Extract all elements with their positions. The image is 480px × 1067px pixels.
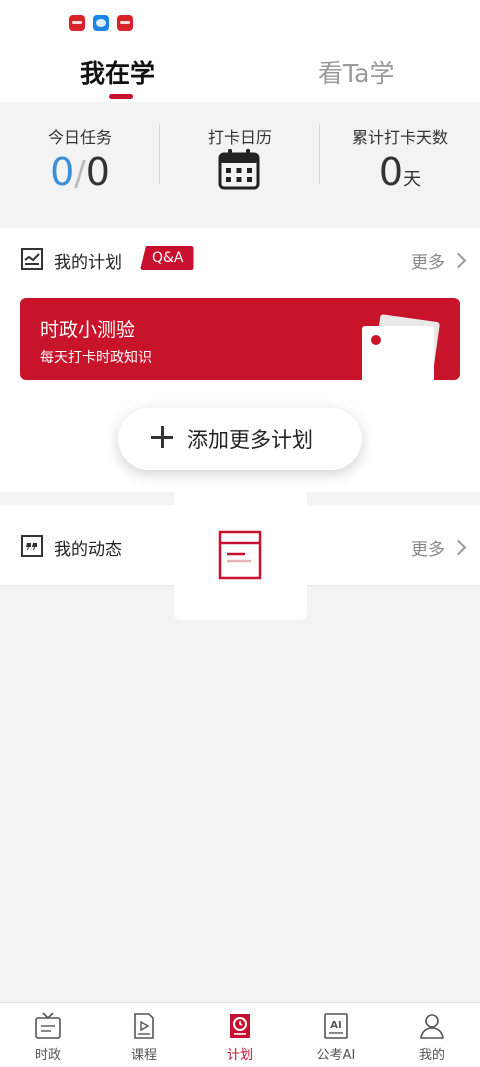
my-plan-title: 我的计划 — [54, 253, 122, 273]
nav-item-plan[interactable]: 计划 — [192, 1003, 288, 1067]
plan-card-title: 时政小测验 — [40, 319, 136, 341]
add-more-plans-label: 添加更多计划 — [187, 428, 313, 452]
nav-item-mine[interactable]: 我的 — [384, 1003, 480, 1067]
cards-illustration-icon — [362, 314, 440, 380]
plan-clock-icon — [230, 1014, 250, 1038]
checkin-calendar-label: 打卡日历 — [207, 128, 272, 147]
plus-icon — [151, 426, 173, 448]
total-days-unit: 天 — [403, 169, 422, 190]
tab-indicator — [109, 94, 133, 99]
course-book-icon — [134, 1013, 154, 1039]
nav-label: 课程 — [130, 1048, 157, 1063]
checkin-calendar-stat[interactable]: 打卡日历 — [160, 110, 320, 218]
nav-label: 公考AI — [316, 1048, 356, 1063]
tab-watch-others[interactable]: 看Ta学 — [318, 54, 394, 90]
tab-learning[interactable]: 我在学 — [80, 54, 155, 90]
count-separator: / — [74, 154, 86, 194]
nav-item-courses[interactable]: 课程 — [96, 1003, 192, 1067]
today-total-count: 0 — [85, 150, 110, 194]
stats-panel: 今日任务 0/0 打卡日历 累计打卡天数 0天 — [0, 110, 480, 218]
top-tabs: 我在学 看Ta学 — [0, 44, 480, 102]
activity-more-link[interactable]: 更多 — [411, 535, 467, 560]
total-days-stat[interactable]: 累计打卡天数 0天 — [320, 110, 480, 218]
plan-more-label: 更多 — [411, 253, 445, 273]
bottom-nav: 时政 课程 计划 AI 公考AI 我的 — [0, 1002, 480, 1067]
user-icon — [420, 1014, 444, 1039]
chevron-right-icon — [450, 252, 467, 269]
total-days-count: 0天 — [320, 150, 480, 194]
document-icon — [218, 530, 262, 580]
activity-more-label: 更多 — [411, 540, 445, 560]
my-activity-title: 我的动态 — [54, 540, 122, 560]
app-notification-icon — [117, 15, 133, 31]
today-task-count: 0/0 — [0, 150, 160, 194]
status-bar — [0, 0, 480, 44]
my-plan-section: 我的计划 Q&A 更多 时政小测验 每天打卡时政知识 添加更多计划 — [0, 228, 480, 492]
app-notification-icon — [69, 15, 85, 31]
nav-label: 我的 — [418, 1048, 445, 1063]
quote-icon — [21, 535, 43, 557]
nav-item-exam-ai[interactable]: AI 公考AI — [288, 1003, 384, 1067]
empty-state-card — [174, 490, 307, 620]
chart-line-icon — [21, 248, 43, 270]
today-task-label: 今日任务 — [47, 128, 112, 147]
qa-badge[interactable]: Q&A — [140, 246, 194, 270]
calendar-icon — [218, 149, 260, 190]
add-more-plans-button[interactable]: 添加更多计划 — [118, 408, 362, 470]
plan-more-link[interactable]: 更多 — [411, 248, 467, 273]
today-done-count: 0 — [50, 150, 75, 194]
nav-label: 计划 — [226, 1048, 253, 1063]
weather-notification-icon — [93, 15, 109, 31]
news-tv-icon — [35, 1012, 61, 1039]
total-days-value: 0 — [378, 150, 404, 194]
nav-label: 时政 — [34, 1048, 61, 1063]
svg-text:AI: AI — [330, 1020, 341, 1031]
today-task-stat[interactable]: 今日任务 0/0 — [0, 110, 160, 218]
nav-item-current-affairs[interactable]: 时政 — [0, 1003, 96, 1067]
ai-book-icon: AI — [324, 1013, 348, 1039]
total-days-label: 累计打卡天数 — [351, 128, 448, 147]
chevron-right-icon — [450, 539, 467, 556]
plan-card-subtitle: 每天打卡时政知识 — [40, 350, 152, 366]
current-affairs-quiz-card[interactable]: 时政小测验 每天打卡时政知识 — [20, 298, 460, 380]
